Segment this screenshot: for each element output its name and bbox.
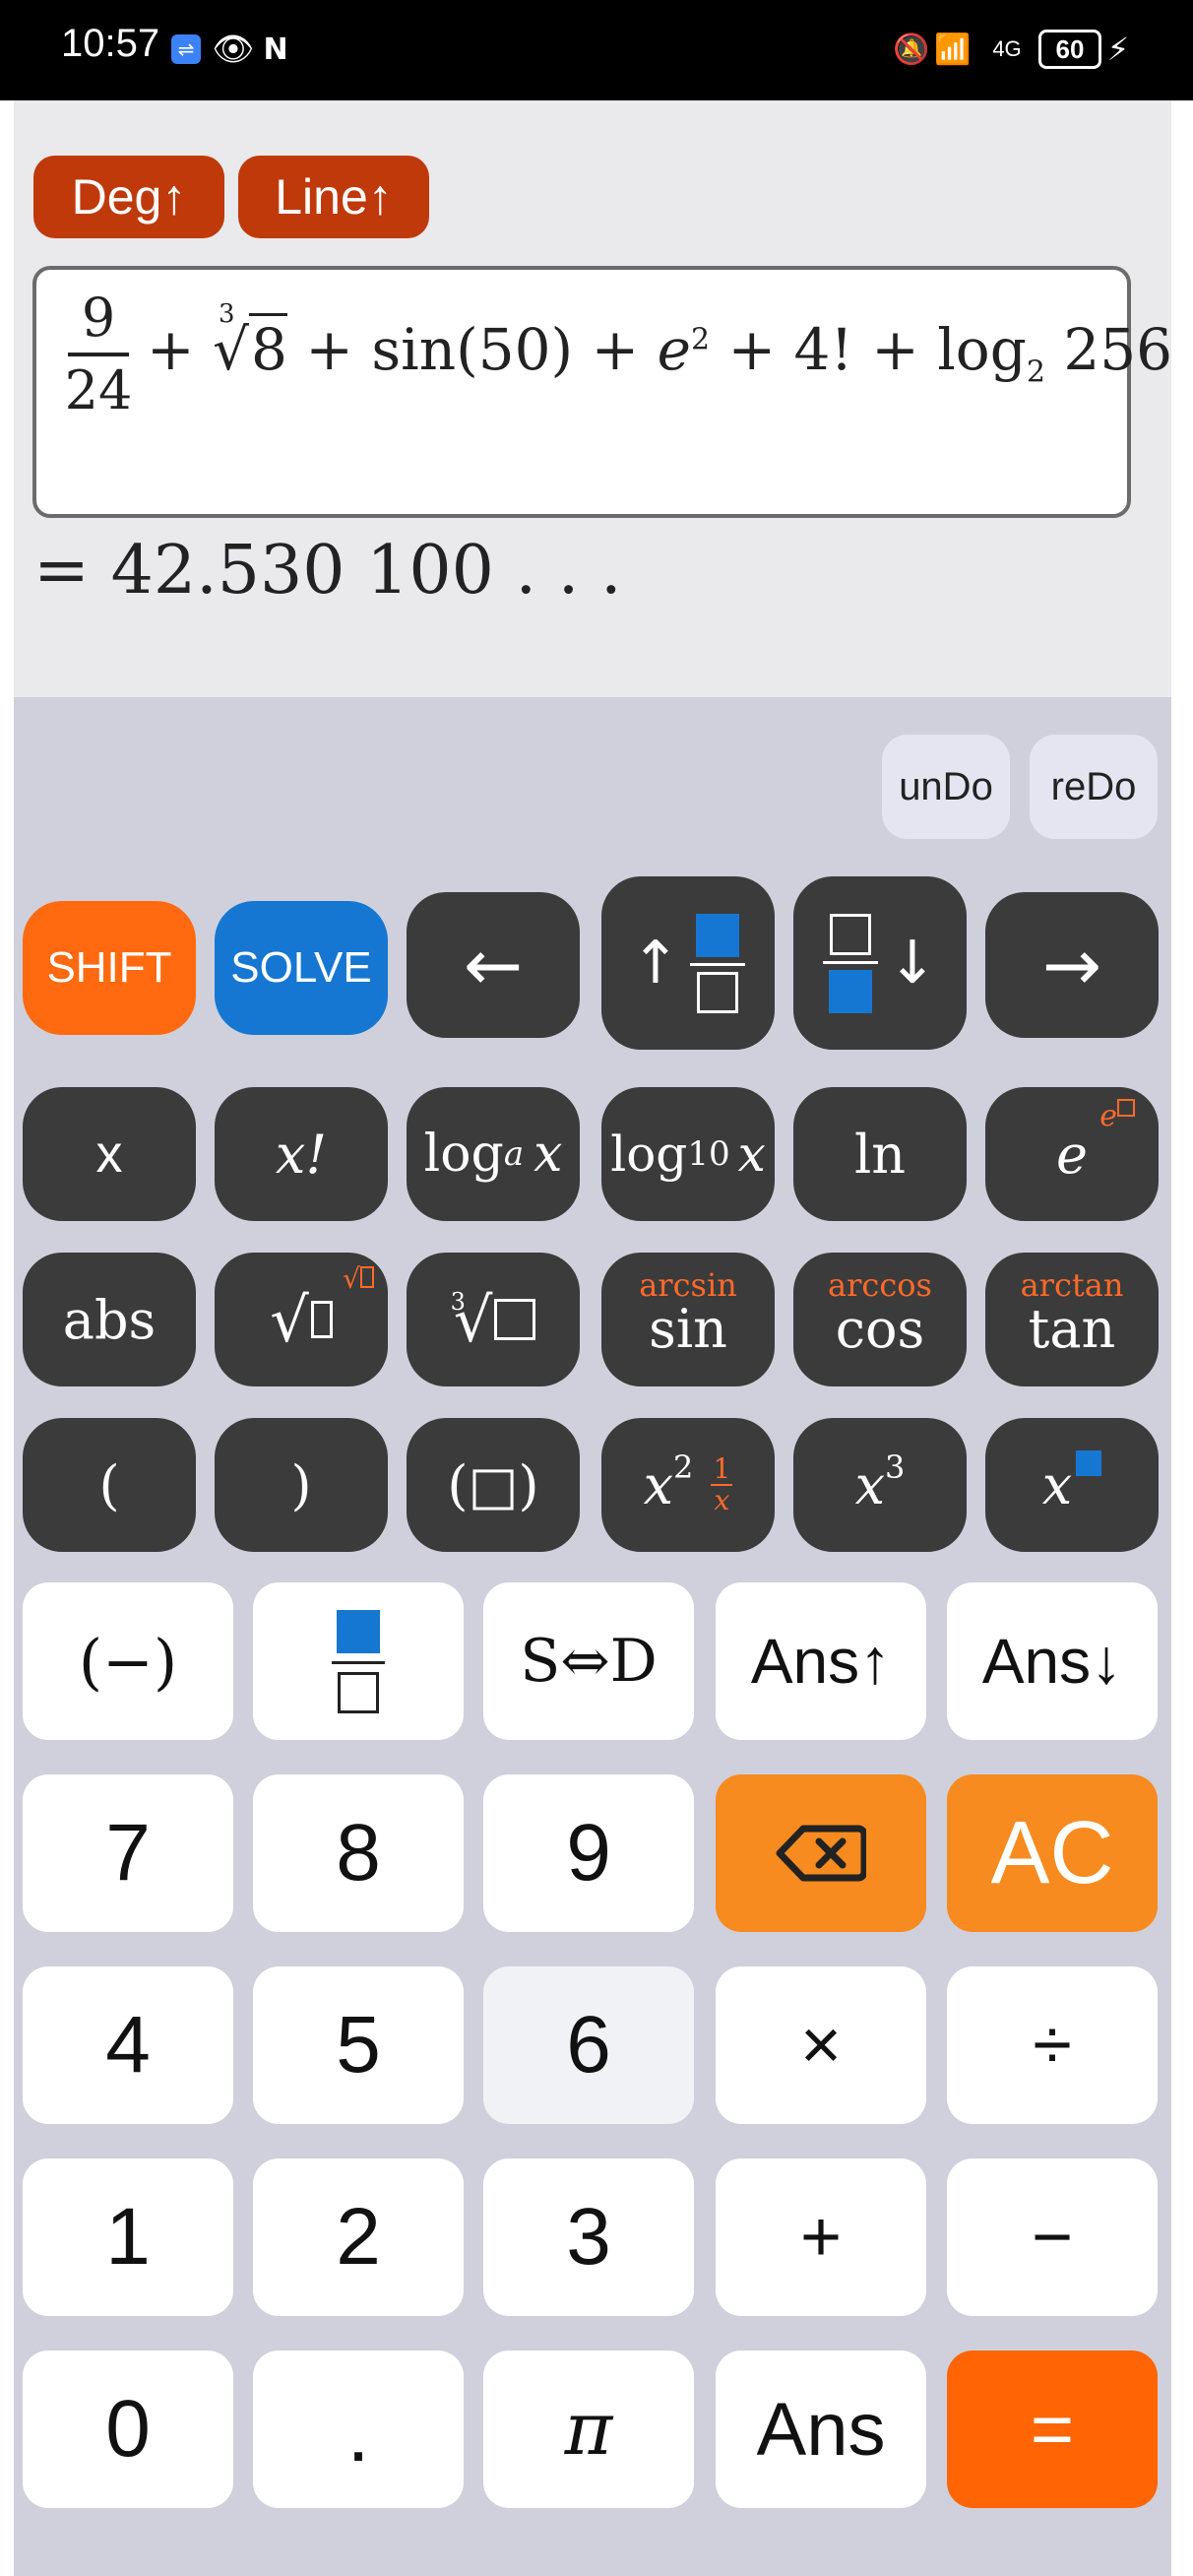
charging-bolt-icon: ⚡ bbox=[1106, 31, 1130, 68]
cellular-signal-icon: 4G bbox=[992, 36, 1022, 61]
digit-4-button[interactable]: 4 bbox=[23, 1966, 233, 2124]
plus-button[interactable]: + bbox=[716, 2158, 926, 2316]
result-value: = 42.530 100 . . . bbox=[33, 532, 622, 610]
digit-9-button[interactable]: 9 bbox=[483, 1774, 694, 1932]
fraction-numerator-box-icon bbox=[337, 1609, 380, 1653]
fraction-denominator: 24 bbox=[64, 359, 133, 421]
sin-button[interactable]: arcsin sin bbox=[601, 1253, 775, 1386]
sin-term: sin(50) bbox=[371, 316, 574, 383]
power-button[interactable]: x bbox=[985, 1418, 1159, 1552]
arctan-shift-label: arctan bbox=[1020, 1266, 1124, 1304]
digit-3-button[interactable]: 3 bbox=[483, 2158, 694, 2316]
cursor-left-button[interactable]: ← bbox=[407, 892, 580, 1038]
angle-mode-button[interactable]: Deg↑ bbox=[33, 156, 224, 238]
left-paren-button[interactable]: ( bbox=[23, 1418, 196, 1552]
fraction-numerator-box-icon bbox=[696, 913, 740, 957]
expression-input[interactable]: 9 24 + 3 √8 + sin(50) + e2 + 4! + log2 25… bbox=[32, 266, 1172, 518]
all-clear-button[interactable]: AC bbox=[947, 1774, 1158, 1932]
fraction-denominator-box-icon bbox=[338, 1671, 379, 1713]
digit-6-button[interactable]: 6 bbox=[483, 1966, 694, 2124]
log-base-a-button[interactable]: log a x bbox=[407, 1087, 580, 1221]
digit-0-button[interactable]: 0 bbox=[23, 2351, 233, 2508]
tan-button[interactable]: arctan tan bbox=[985, 1253, 1159, 1386]
digit-2-button[interactable]: 2 bbox=[253, 2158, 464, 2316]
cursor-right-button[interactable]: → bbox=[985, 892, 1159, 1038]
redo-button[interactable]: reDo bbox=[1030, 735, 1158, 839]
divide-button[interactable]: ÷ bbox=[947, 1966, 1158, 2124]
exp-term: e2 bbox=[657, 316, 711, 383]
mute-bell-icon: 🔕 bbox=[893, 32, 930, 67]
backspace-icon bbox=[776, 1825, 866, 1882]
decimal-point-button[interactable]: . bbox=[253, 2351, 464, 2508]
fraction-numerator-box-icon bbox=[829, 913, 871, 955]
log-term: log2 256 bbox=[937, 316, 1173, 390]
equals-button[interactable]: = bbox=[947, 2351, 1158, 2508]
backspace-button[interactable] bbox=[716, 1774, 926, 1932]
cube-button[interactable]: x3 bbox=[793, 1418, 967, 1552]
square-button[interactable]: x2 1 x bbox=[601, 1418, 775, 1552]
right-paren-button[interactable]: ) bbox=[215, 1418, 388, 1552]
digit-5-button[interactable]: 5 bbox=[253, 1966, 464, 2124]
status-time: 10:57 bbox=[61, 22, 160, 65]
cube-root-term: 3 √8 bbox=[213, 299, 287, 383]
nth-root-shift-label: √ bbox=[343, 1262, 374, 1295]
parentheses-box-button[interactable]: (□) bbox=[407, 1418, 580, 1552]
usb-icon: ⇌ bbox=[169, 30, 203, 69]
cursor-down-fraction-button[interactable]: ↓ bbox=[793, 876, 967, 1050]
factorial-button[interactable]: x! bbox=[215, 1087, 388, 1221]
cos-button[interactable]: arccos cos bbox=[793, 1253, 967, 1386]
minus-button[interactable]: − bbox=[947, 2158, 1158, 2316]
fraction-numerator: 9 bbox=[81, 287, 116, 349]
undo-button[interactable]: unDo bbox=[882, 735, 1010, 839]
digit-8-button[interactable]: 8 bbox=[253, 1774, 464, 1932]
log10-button[interactable]: log 10 x bbox=[601, 1087, 775, 1221]
shift-button[interactable]: SHIFT bbox=[23, 901, 196, 1035]
nfc-icon: N bbox=[263, 32, 288, 67]
fraction-term: 9 24 bbox=[64, 288, 133, 421]
cube-root-button[interactable]: 3 √ bbox=[407, 1253, 580, 1386]
status-bar: 10:57 ⇌ 👁 N 🔕 📶 4G 60 ⚡ bbox=[0, 0, 1193, 100]
exponent-box-icon bbox=[1076, 1450, 1102, 1476]
wifi-icon: 📶 bbox=[934, 32, 972, 67]
digit-1-button[interactable]: 1 bbox=[23, 2158, 233, 2316]
multiply-button[interactable]: × bbox=[716, 1966, 926, 2124]
e-power-shift-label: e bbox=[1099, 1099, 1135, 1133]
input-mode-button[interactable]: Line↑ bbox=[238, 156, 429, 238]
fraction-denominator-box-icon bbox=[697, 971, 739, 1013]
x-variable-button[interactable]: x bbox=[23, 1087, 196, 1221]
factorial-term: 4! bbox=[793, 316, 853, 383]
ans-button[interactable]: Ans bbox=[716, 2351, 926, 2508]
eye-icon: 👁 bbox=[212, 30, 255, 69]
pi-button[interactable]: π bbox=[483, 2351, 694, 2508]
ans-up-button[interactable]: Ans↑ bbox=[716, 1582, 926, 1740]
reciprocal-shift-label: 1 x bbox=[711, 1454, 733, 1515]
s-d-toggle-button[interactable]: S⇔D bbox=[483, 1582, 694, 1740]
e-constant-button[interactable]: e e bbox=[985, 1087, 1159, 1221]
fraction-button[interactable] bbox=[253, 1582, 464, 1740]
fraction-denominator-box-icon bbox=[828, 969, 872, 1013]
ans-down-button[interactable]: Ans↓ bbox=[947, 1582, 1158, 1740]
solve-button[interactable]: SOLVE bbox=[215, 901, 388, 1035]
abs-button[interactable]: abs bbox=[23, 1253, 196, 1386]
negate-button[interactable]: (−) bbox=[23, 1582, 233, 1740]
digit-7-button[interactable]: 7 bbox=[23, 1774, 233, 1932]
sqrt-button[interactable]: √ √ bbox=[215, 1253, 388, 1386]
expression-text: + 3 √8 + sin(50) + e2 + 4! + log2 256 bbox=[147, 299, 1173, 390]
cursor-up-fraction-button[interactable]: ↑ bbox=[601, 876, 775, 1050]
ln-button[interactable]: ln bbox=[793, 1087, 967, 1221]
battery-level: 60 bbox=[1038, 30, 1101, 69]
arccos-shift-label: arccos bbox=[828, 1266, 932, 1304]
arcsin-shift-label: arcsin bbox=[639, 1266, 737, 1304]
